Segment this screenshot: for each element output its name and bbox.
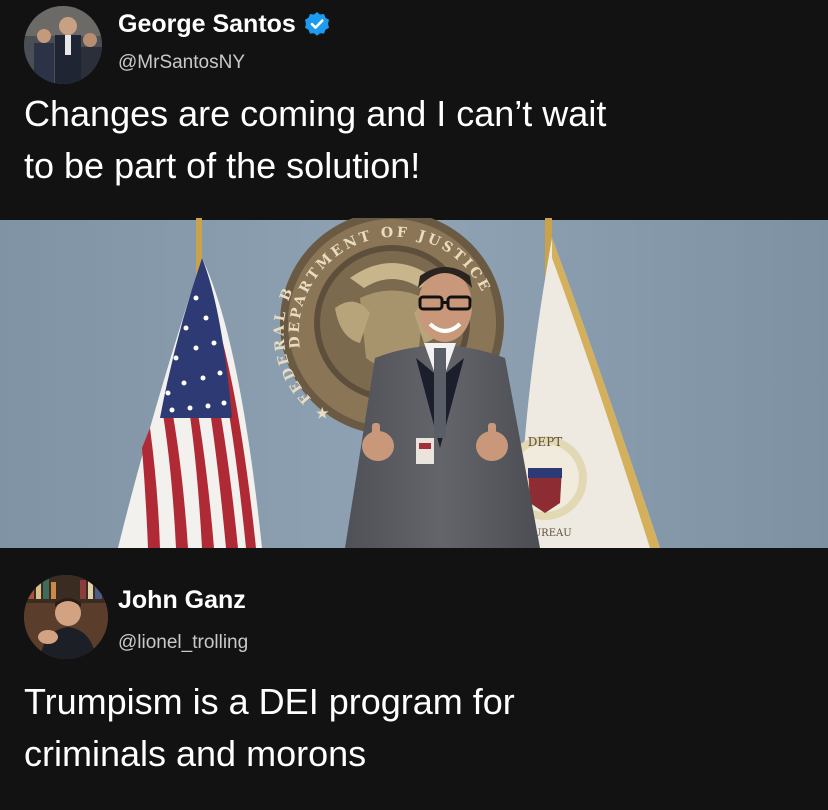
author-name-row: George Santos: [118, 8, 330, 40]
tweet-text-line: Trumpism is a DEI program for: [24, 681, 515, 722]
tweet-photo[interactable]: DEPARTMENT OF JUSTICE ★ FEDERAL B DEPT A…: [0, 218, 828, 548]
author-name-row: John Ganz: [118, 584, 246, 616]
tweet-text: Changes are coming and I can’t wait to b…: [24, 88, 804, 192]
verified-badge-icon: [304, 12, 329, 36]
tweet-george-santos: George Santos @MrSantosNY Changes are co…: [0, 0, 828, 218]
display-name[interactable]: John Ganz: [118, 584, 246, 616]
flag-seal-text: DEPT: [528, 435, 562, 449]
tweet-text-line: criminals and morons: [24, 733, 367, 774]
tweet-text-john-ganz: Trumpism is a DEI program for criminals …: [24, 676, 804, 780]
avatar-john-ganz[interactable]: [24, 575, 108, 659]
tweet-text-line: Changes are coming and I can’t wait: [24, 93, 607, 134]
tweet-text-line: to be part of the solution!: [24, 145, 421, 186]
handle[interactable]: @MrSantosNY: [118, 51, 245, 75]
handle[interactable]: @lionel_trolling: [118, 631, 248, 655]
avatar-george-santos[interactable]: [24, 6, 102, 84]
display-name[interactable]: George Santos: [118, 8, 296, 40]
